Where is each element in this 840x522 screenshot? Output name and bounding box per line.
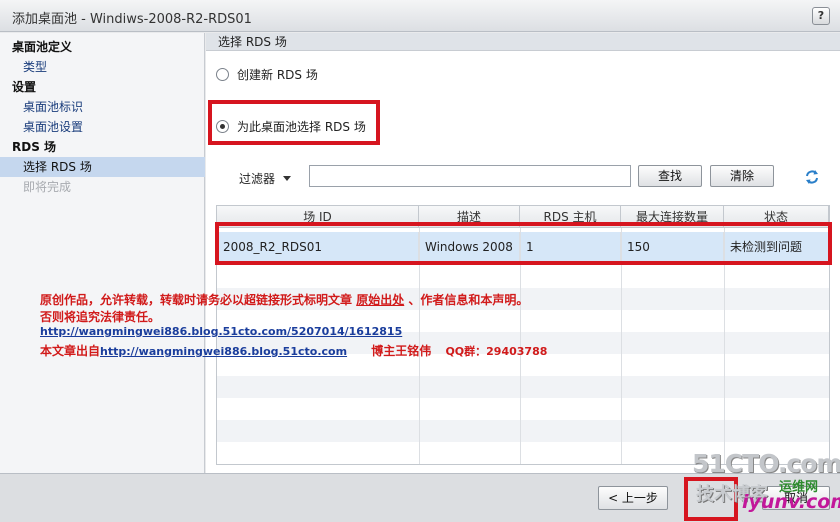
notice-suffix: 、作者信息和本声明。 [408,293,529,307]
notice-author: 博主王铭伟 [371,344,432,358]
table-row-empty [217,376,829,398]
sidebar-item-rds-farm: RDS 场 [12,140,57,154]
notice-original-source-link[interactable]: 原始出处 [356,293,404,307]
copyright-notice-url-line: http://wangmingwei886.blog.51cto.com/520… [40,325,402,338]
filter-label: 过滤器 [239,172,276,186]
sidebar-item-pool-definition: 桌面池定义 [12,40,73,54]
notice-source-prefix: 本文章出自 [40,344,101,358]
create-farm-label: 创建新 RDS 场 [237,67,318,82]
watermark-domain: iyunv.com [742,491,840,513]
watermark-site-logo: 51CTO.com [692,449,840,478]
sidebar-item-ready-to-complete: 即将完成 [23,180,72,194]
filter-dropdown[interactable]: 过滤器 [239,170,292,187]
find-button[interactable]: 查找 [638,165,702,187]
sidebar-item-pool-settings[interactable]: 桌面池设置 [0,117,205,137]
window-title: 添加桌面池 - Windiws-2008-R2-RDS01 [12,12,252,27]
blog-url-link[interactable]: http://wangmingwei886.blog.51cto.com [100,345,347,358]
sidebar-item-select-rds-farm[interactable]: 选择 RDS 场 [0,157,205,177]
highlight-box-farm-row [215,222,832,265]
sidebar-item-type[interactable]: 类型 [0,57,205,77]
clear-button[interactable]: 清除 [710,165,774,187]
create-farm-radio[interactable] [216,67,229,81]
help-icon[interactable]: ? [812,7,830,25]
title-bar: 添加桌面池 - Windiws-2008-R2-RDS01 ? [0,0,840,32]
sidebar-item-pool-id[interactable]: 桌面池标识 [0,97,205,117]
notice-qq-group: QQ群：29403788 [445,345,548,358]
refresh-icon[interactable] [804,169,820,185]
copyright-notice-line1: 原创作品，允许转载，转载时请务必以超链接形式标明文章 原始出处 、作者信息和本声… [40,291,528,308]
copyright-notice-line2: 否则将追究法律责任。 [40,310,161,324]
section-title: 选择 RDS 场 [206,33,840,51]
table-row-empty [217,420,829,442]
create-farm-option[interactable]: 创建新 RDS 场 [216,65,318,83]
select-farm-radio[interactable] [216,119,229,133]
wizard-content: 选择 RDS 场 创建新 RDS 场 为此桌面池选择 RDS 场 过滤器 查找 … [206,33,840,473]
filter-input[interactable] [309,165,631,187]
sidebar-item-settings: 设置 [12,80,37,94]
chevron-down-icon [283,176,292,181]
back-button[interactable]: < 上一步 [598,486,668,510]
select-farm-label: 为此桌面池选择 RDS 场 [237,119,366,134]
wizard-sidebar: 桌面池定义 类型 设置 桌面池标识 桌面池设置 RDS 场 选择 RDS 场 即… [0,33,205,473]
select-farm-option[interactable]: 为此桌面池选择 RDS 场 [216,117,366,135]
notice-prefix: 原创作品，允许转载，转载时请务必以超链接形式标明文章 [40,293,353,307]
copyright-notice-line4: 本文章出自http://wangmingwei886.blog.51cto.co… [40,342,547,359]
article-url-link[interactable]: http://wangmingwei886.blog.51cto.com/520… [40,325,402,338]
